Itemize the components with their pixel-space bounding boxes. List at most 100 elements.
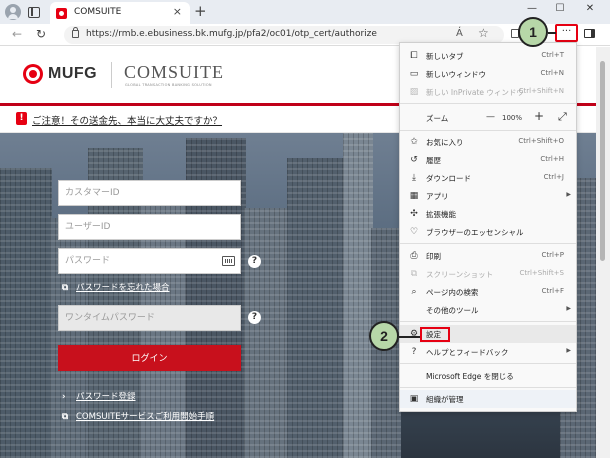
copy-icon: ⧉ [62,412,69,422]
menu-item-screenshot[interactable]: ⧉ スクリーンショット Ctrl+Shift+S [400,265,576,283]
menu-label: 印刷 [426,252,441,261]
otp-help-icon[interactable]: ? [248,311,261,324]
menu-label: 新しいタブ [426,52,464,61]
user-id-input[interactable]: ユーザーID [58,214,241,240]
page-scrollbar[interactable] [596,47,610,458]
menu-item-history[interactable]: ↺ 履歴 Ctrl+H [400,151,576,169]
menu-item-essentials[interactable]: ♡ ブラウザーのエッセンシャル [400,223,576,241]
menu-label: スクリーンショット [426,270,494,279]
building [0,168,52,458]
menu-shortcut: Ctrl+P [541,251,564,259]
mufg-favicon-icon [56,8,67,19]
title-bar: COMSUITE × + — ☐ ✕ [0,0,610,24]
callout-1: 1 [518,17,548,47]
lock-icon[interactable] [72,27,79,38]
software-keyboard-icon[interactable] [222,256,235,266]
chevron-right-icon: › [62,392,66,402]
menu-divider [400,363,576,364]
menu-item-help[interactable]: ? ヘルプとフィードバック ▶ [400,343,576,361]
login-button[interactable]: ログイン [58,345,241,371]
password-help-icon[interactable]: ? [248,255,261,268]
password-placeholder: パスワード [65,256,111,266]
screenshot-icon: ⧉ [410,269,418,279]
menu-item-managed-by-org[interactable]: ▣ 組織が管理 [400,390,576,408]
scroll-thumb[interactable] [600,61,605,261]
new-window-icon: ▭ [409,69,419,79]
logo-divider [111,62,112,88]
menu-label: アプリ [426,192,449,201]
chevron-right-icon: ▶ [566,305,571,312]
register-password-link[interactable]: › パスワード登録 [62,390,136,402]
favorite-star-icon[interactable]: ☆ [478,26,489,40]
browser-tab[interactable]: COMSUITE × [50,2,190,24]
callout-2: 2 [369,321,399,351]
print-icon: ⎙ [410,251,418,261]
notice-link[interactable]: ご注意！その送金先、本当に大丈夫ですか？ [32,113,222,127]
mufg-logo-icon [23,64,43,84]
otp-input[interactable]: ワンタイムパスワード [58,305,241,331]
extensions-icon: ✣ [410,209,418,219]
essentials-icon: ♡ [409,227,419,237]
read-aloud-icon[interactable]: A̒ [456,28,463,39]
back-button[interactable]: ← [12,27,22,41]
tab-title: COMSUITE [74,7,122,17]
menu-item-more-tools[interactable]: その他のツール ▶ [400,301,576,319]
chevron-right-icon: ▶ [566,191,571,198]
customer-id-input[interactable]: カスタマーID [58,180,241,206]
menu-item-close-edge[interactable]: Microsoft Edge を閉じる [400,367,576,385]
inprivate-icon: ▨ [409,87,419,97]
close-window-button[interactable]: ✕ [580,3,600,14]
register-password-label: パスワード登録 [76,392,136,402]
refresh-button[interactable]: ↻ [36,27,46,41]
menu-item-apps[interactable]: ▦ アプリ ▶ [400,187,576,205]
workspaces-icon[interactable] [28,7,40,18]
forgot-password-label: パスワードを忘れた場合 [76,283,170,293]
menu-shortcut: Ctrl+Shift+S [519,269,564,277]
password-input[interactable]: パスワード [58,248,241,274]
profile-icon[interactable] [5,4,21,20]
callout-1-leader [548,32,556,34]
url-text[interactable]: https://rmb.e.ebusiness.bk.mufg.jp/pfa2/… [86,29,377,39]
menu-divider [400,103,576,104]
menu-item-inprivate[interactable]: ▨ 新しい InPrivate ウィンドウ Ctrl+Shift+N [400,83,576,101]
menu-item-downloads[interactable]: ⤓ ダウンロード Ctrl+J [400,169,576,187]
zoom-in-button[interactable]: + [534,109,544,123]
zoom-out-button[interactable]: — [486,112,495,122]
menu-label: その他のツール [426,306,479,315]
menu-item-zoom: ズーム — 100% + ⤢ [400,107,576,129]
building [343,133,373,458]
sidebar-toggle-icon[interactable] [584,29,595,38]
favorites-icon: ✩ [410,137,418,147]
menu-label: 履歴 [426,156,441,165]
tab-close-button[interactable]: × [173,5,182,18]
chevron-right-icon: ▶ [566,347,571,354]
minimize-button[interactable]: — [522,3,542,14]
menu-divider [400,130,576,131]
menu-item-find[interactable]: ⌕ ページ内の検索 Ctrl+F [400,283,576,301]
copy-icon: ⧉ [62,283,69,293]
settings-and-more-button[interactable]: ··· [555,24,578,42]
menu-divider [400,387,576,388]
menu-label: 組織が管理 [426,395,464,404]
maximize-button[interactable]: ☐ [550,3,570,14]
organization-icon: ▣ [409,394,419,404]
new-tab-button[interactable]: + [194,2,207,20]
fullscreen-icon[interactable]: ⤢ [558,110,567,124]
menu-shortcut: Ctrl+Shift+N [518,87,564,95]
menu-shortcut: Ctrl+J [543,173,564,181]
service-guide-link[interactable]: ⧉ COMSUITEサービスご利用開始手順 [62,410,214,422]
alert-icon: ! [16,112,27,125]
menu-shortcut: Ctrl+N [540,69,564,77]
menu-label: ページ内の検索 [426,288,479,297]
menu-shortcut: Ctrl+H [540,155,564,163]
menu-item-favorites[interactable]: ✩ お気に入り Ctrl+Shift+O [400,133,576,151]
menu-item-extensions[interactable]: ✣ 拡張機能 [400,205,576,223]
help-icon: ? [411,347,417,357]
forgot-password-link[interactable]: ⧉ パスワードを忘れた場合 [62,281,170,293]
menu-label: ブラウザーのエッセンシャル [426,228,524,237]
menu-item-new-window[interactable]: ▭ 新しいウィンドウ Ctrl+N [400,65,576,83]
menu-item-print[interactable]: ⎙ 印刷 Ctrl+P [400,247,576,265]
building [287,158,345,458]
menu-item-new-tab[interactable]: ⧠ 新しいタブ Ctrl+T [400,47,576,65]
brand-name: MUFG [48,65,98,82]
